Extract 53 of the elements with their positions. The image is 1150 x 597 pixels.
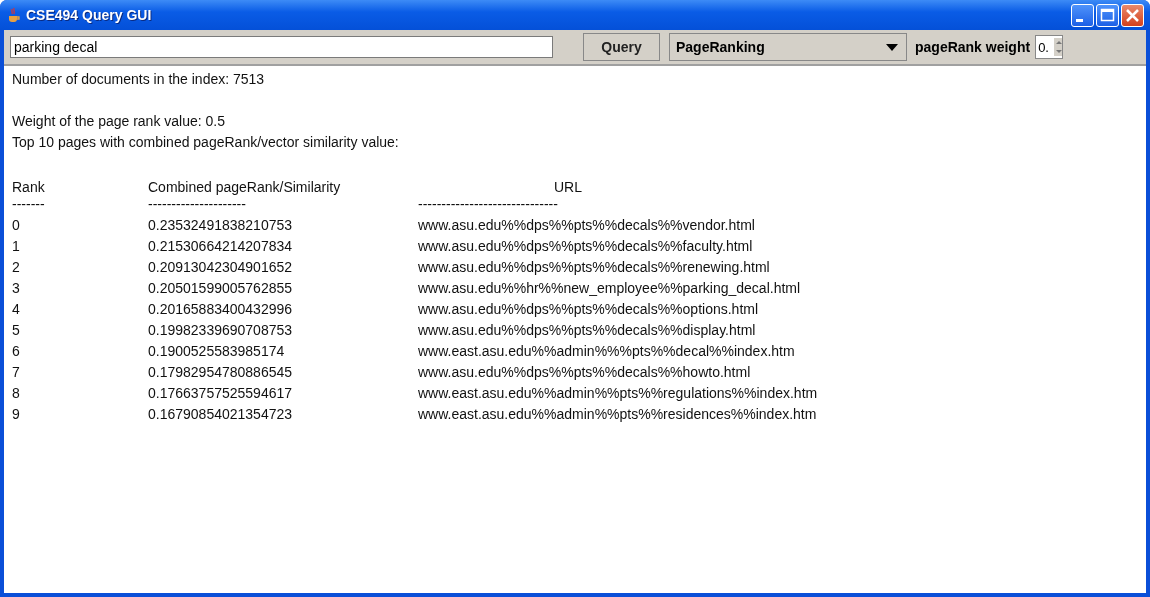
table-cell-text: www.east.asu.edu%%admin%%pts%%residences%%index.htm <box>418 405 817 424</box>
table-cell-text: 0.19982339690708753 <box>148 321 294 340</box>
table-cell-text: www.east.asu.edu%%admin%%pts%%regulations%%index.htm <box>418 384 818 403</box>
table-cell-text: 0.20165883400432996 <box>148 300 294 319</box>
window-title: CSE494 Query GUI <box>26 7 153 23</box>
weight-label: pageRank weight <box>915 39 1031 55</box>
ranking-dropdown[interactable]: PageRanking <box>669 33 907 61</box>
table-cell-text: 1 <box>12 237 21 256</box>
table-cell-text: 0.17982954780886545 <box>148 363 294 382</box>
minimize-button[interactable] <box>1071 3 1094 27</box>
coffee-cup-icon <box>6 7 22 23</box>
table-cell-text: 0 <box>12 216 21 235</box>
table-cell-text: 4 <box>12 300 21 319</box>
table-cell-text: 8 <box>12 384 21 403</box>
table-cell-text: 0.16790854021354723 <box>148 405 294 424</box>
table-cell-text: www.asu.edu%%dps%%pts%%decals%%display.html <box>418 321 756 340</box>
table-cell-text: www.asu.edu%%hr%%new_employee%%parking_decal.html <box>418 279 801 298</box>
table-cell-text: 0.20501599005762855 <box>148 279 294 298</box>
caret-icon <box>886 43 898 51</box>
table-cell-text: 2 <box>12 258 21 277</box>
close-button[interactable] <box>1121 3 1144 27</box>
query-button[interactable]: Query <box>583 33 660 61</box>
table-cell-text: www.asu.edu%%dps%%pts%%decals%%renewing.html <box>418 258 770 277</box>
column-header: URL <box>554 178 582 197</box>
column-header: Combined pageRank/Similarity <box>148 178 342 197</box>
output-line: Top 10 pages with combined pageRank/vector similarity value: <box>12 133 400 152</box>
table-cell-text: 9 <box>12 405 21 424</box>
spin-up-icon[interactable] <box>1054 38 1063 47</box>
column-header: Rank <box>12 178 46 197</box>
maximize-button[interactable] <box>1096 3 1119 27</box>
output-line: Weight of the page rank value: 0.5 <box>12 112 226 131</box>
separator-text: ------- <box>12 195 46 214</box>
table-cell-text: 0.23532491838210753 <box>148 216 294 235</box>
weight-spinner[interactable]: 0. <box>1035 35 1064 59</box>
spin-down-icon[interactable] <box>1054 47 1063 56</box>
minimize-icon <box>1076 18 1083 22</box>
table-cell-text: www.east.asu.edu%%admin%%%pts%%decal%%index.htm <box>418 342 795 361</box>
table-cell-text: 0.17663757525594617 <box>148 384 294 403</box>
separator-text: --------------------- <box>148 195 247 214</box>
query-field[interactable]: parking decal <box>10 36 553 58</box>
table-cell-text: www.asu.edu%%dps%%pts%%decals%%vendor.html <box>418 216 755 235</box>
table-cell-text: 5 <box>12 321 21 340</box>
table-cell-text: 0.21530664214207834 <box>148 237 294 256</box>
separator-text: ------------------------------ <box>418 195 558 214</box>
output-line: Number of documents in the index: 7513 <box>12 70 266 89</box>
table-cell-text: 3 <box>12 279 21 298</box>
table-cell-text: 0.1900525583985174 <box>148 342 286 361</box>
table-cell-text: www.asu.edu%%dps%%pts%%decals%%faculty.html <box>418 237 753 256</box>
table-cell-text: 0.20913042304901652 <box>148 258 294 277</box>
table-cell-text: 6 <box>12 342 21 361</box>
table-cell-text: 7 <box>12 363 21 382</box>
table-cell-text: www.asu.edu%%dps%%pts%%decals%%howto.html <box>418 363 751 382</box>
table-cell-text: www.asu.edu%%dps%%pts%%decals%%options.html <box>418 300 759 319</box>
